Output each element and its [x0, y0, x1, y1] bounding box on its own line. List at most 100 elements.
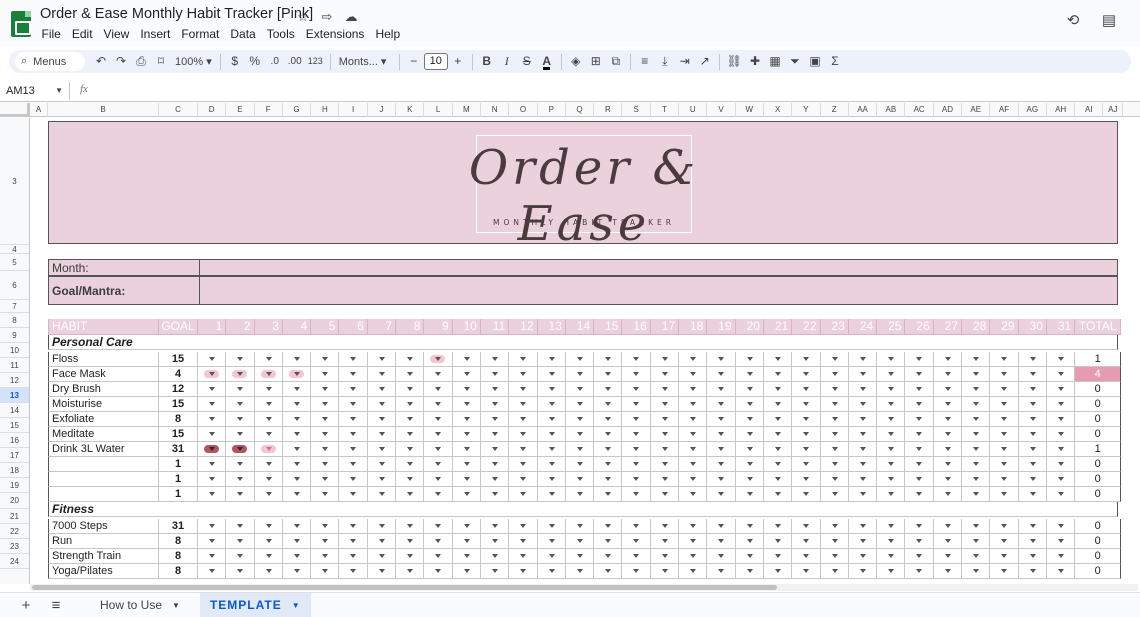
dropdown-chip-icon[interactable] [855, 445, 870, 453]
dropdown-chip-icon[interactable] [770, 552, 785, 560]
dropdown-chip-icon[interactable] [544, 445, 559, 453]
dropdown-chip-icon[interactable] [459, 415, 474, 423]
day-cell[interactable] [594, 427, 623, 442]
paint-format-icon[interactable]: ⌑ [151, 52, 171, 71]
habit-name[interactable]: Strength Train [48, 549, 159, 564]
dropdown-chip-icon[interactable] [968, 460, 983, 468]
dropdown-chip-icon[interactable] [232, 415, 247, 423]
day-cell[interactable] [933, 397, 963, 412]
day-cell[interactable] [905, 487, 934, 502]
dropdown-chip-icon[interactable] [883, 385, 898, 393]
day-cell[interactable] [254, 519, 283, 534]
day-cell[interactable] [622, 564, 651, 579]
day-cell[interactable] [282, 457, 312, 472]
day-cell[interactable] [537, 412, 566, 427]
day-cell[interactable] [452, 397, 481, 412]
day-cell[interactable] [622, 519, 651, 534]
day-cell[interactable] [311, 442, 340, 457]
day-cell[interactable] [1046, 534, 1076, 549]
day-cell[interactable] [198, 352, 227, 367]
dropdown-chip-icon[interactable] [487, 522, 502, 530]
dropdown-chip-icon[interactable] [402, 385, 417, 393]
dropdown-chip-icon[interactable] [487, 445, 502, 453]
borders-icon[interactable]: ⊞ [586, 52, 606, 71]
habit-name[interactable]: Meditate [48, 427, 159, 442]
dropdown-chip-icon[interactable] [204, 537, 219, 545]
dropdown-chip-icon[interactable] [996, 475, 1011, 483]
dropdown-chip-icon[interactable] [232, 567, 247, 575]
day-cell[interactable] [226, 519, 255, 534]
dropdown-chip-icon[interactable] [204, 400, 219, 408]
day-cell[interactable] [226, 427, 255, 442]
day-cell[interactable] [1018, 382, 1047, 397]
dropdown-chip-icon[interactable] [713, 475, 728, 483]
dropdown-chip-icon[interactable] [940, 552, 955, 560]
day-cell[interactable] [282, 382, 312, 397]
day-cell[interactable] [424, 457, 453, 472]
day-cell[interactable] [905, 457, 934, 472]
dropdown-chip-icon[interactable] [685, 537, 700, 545]
day-cell[interactable] [848, 472, 878, 487]
day-cell[interactable] [480, 487, 510, 502]
dropdown-chip-icon[interactable] [289, 355, 304, 363]
row-header[interactable]: 11 [0, 358, 29, 373]
sheets-logo-icon[interactable] [11, 11, 31, 37]
dropdown-chip-icon[interactable] [628, 370, 643, 378]
day-cell[interactable] [990, 367, 1019, 382]
dropdown-chip-icon[interactable] [317, 445, 332, 453]
day-cell[interactable] [509, 412, 538, 427]
dropdown-chip-icon[interactable] [685, 370, 700, 378]
column-header[interactable]: AC [906, 103, 934, 117]
dropdown-chip-icon[interactable] [827, 445, 842, 453]
dropdown-chip-icon[interactable] [940, 522, 955, 530]
dropdown-chip-icon[interactable] [544, 400, 559, 408]
dropdown-chip-icon[interactable] [742, 415, 757, 423]
dropdown-chip-icon[interactable] [402, 475, 417, 483]
day-cell[interactable] [763, 534, 793, 549]
day-cell[interactable] [905, 352, 934, 367]
day-cell[interactable] [820, 412, 849, 427]
dropdown-chip-icon[interactable] [968, 475, 983, 483]
day-cell[interactable] [707, 427, 736, 442]
dropdown-chip-icon[interactable] [685, 567, 700, 575]
dropdown-chip-icon[interactable] [742, 430, 757, 438]
day-cell[interactable] [990, 457, 1019, 472]
day-cell[interactable] [282, 397, 312, 412]
dropdown-chip-icon[interactable] [430, 490, 445, 498]
dropdown-chip-icon[interactable] [544, 355, 559, 363]
day-cell[interactable] [254, 472, 283, 487]
day-cell[interactable] [480, 519, 510, 534]
day-cell[interactable] [650, 472, 680, 487]
day-cell[interactable] [679, 442, 708, 457]
dropdown-chip-icon[interactable] [1053, 445, 1068, 453]
dropdown-chip-icon[interactable] [996, 522, 1011, 530]
day-cell[interactable] [424, 442, 453, 457]
column-header[interactable]: G [283, 103, 312, 117]
day-cell[interactable] [650, 397, 680, 412]
dropdown-chip-icon[interactable] [883, 475, 898, 483]
day-cell[interactable] [763, 397, 793, 412]
row-header[interactable]: 12 [0, 373, 29, 388]
day-cell[interactable] [820, 367, 849, 382]
dropdown-chip-icon[interactable] [289, 490, 304, 498]
day-cell[interactable] [877, 352, 906, 367]
day-cell[interactable] [594, 412, 623, 427]
dropdown-chip-icon[interactable] [544, 415, 559, 423]
day-cell[interactable] [226, 442, 255, 457]
dropdown-chip-icon[interactable] [487, 370, 502, 378]
dropdown-chip-icon[interactable] [628, 522, 643, 530]
day-cell[interactable] [480, 534, 510, 549]
habit-goal[interactable]: 4 [159, 367, 198, 382]
day-cell[interactable] [1018, 519, 1047, 534]
day-cell[interactable] [962, 367, 991, 382]
dropdown-chip-icon[interactable] [1053, 370, 1068, 378]
day-cell[interactable] [962, 397, 991, 412]
dropdown-chip-icon[interactable] [968, 415, 983, 423]
day-cell[interactable] [480, 564, 510, 579]
dropdown-chip-icon[interactable] [968, 385, 983, 393]
day-cell[interactable] [1046, 472, 1076, 487]
day-cell[interactable] [311, 397, 340, 412]
day-cell[interactable] [650, 352, 680, 367]
dropdown-chip-icon[interactable] [742, 370, 757, 378]
dropdown-chip-icon[interactable] [827, 460, 842, 468]
